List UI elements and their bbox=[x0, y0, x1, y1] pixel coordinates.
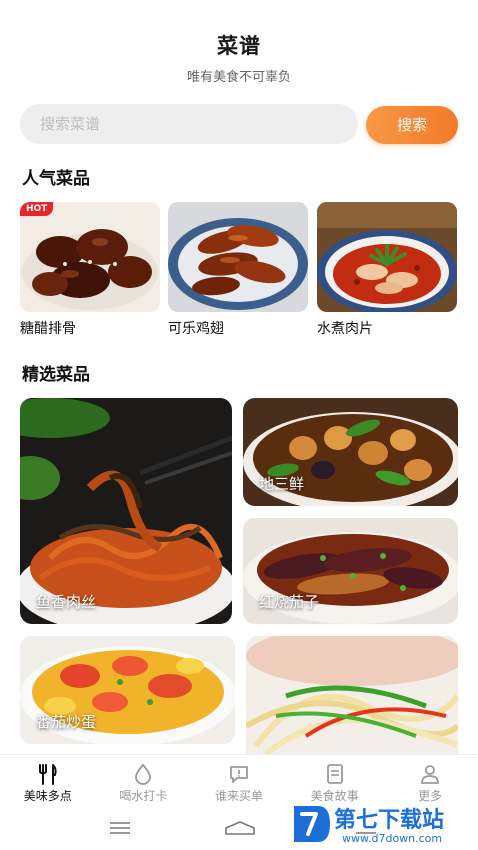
food-image bbox=[168, 202, 308, 312]
popular-section-title: 人气菜品 bbox=[22, 169, 90, 189]
featured-item-potato-shreds[interactable] bbox=[246, 636, 458, 754]
watermark-url: www.d7down.com bbox=[342, 832, 443, 845]
person-icon bbox=[421, 765, 440, 784]
tab-shuilai-maidan[interactable]: 谁来买单 bbox=[191, 755, 287, 806]
popular-item-shuizhu-roupian[interactable]: 水煮肉片 bbox=[317, 202, 457, 338]
tab-meishi-gushi[interactable]: 美食故事 bbox=[287, 755, 383, 806]
water-drop-icon bbox=[135, 763, 152, 785]
search-bar: 搜索 bbox=[20, 104, 458, 144]
popular-item-label: 可乐鸡翅 bbox=[168, 321, 224, 337]
menu-icon[interactable] bbox=[108, 820, 132, 836]
book-icon bbox=[326, 764, 343, 784]
featured-section-title: 精选菜品 bbox=[22, 365, 90, 385]
featured-item-fanqie-chaodan[interactable]: 番茄炒蛋 bbox=[20, 636, 235, 744]
tab-label: 喝水打卡 bbox=[119, 789, 168, 803]
watermark-text: 第七下载站 bbox=[334, 808, 445, 833]
chat-bubble-icon bbox=[230, 766, 248, 783]
search-input[interactable] bbox=[20, 104, 358, 144]
fork-knife-icon bbox=[38, 764, 57, 785]
featured-item-label: 鱼香肉丝 bbox=[36, 593, 97, 611]
featured-item-disanxian[interactable]: 地三鲜 bbox=[243, 398, 458, 506]
featured-item-label: 地三鲜 bbox=[259, 475, 305, 493]
tab-heshui-daka[interactable]: 喝水打卡 bbox=[96, 755, 192, 806]
popular-item-label: 水煮肉片 bbox=[317, 321, 373, 337]
bottom-tab-bar: 美味多点 喝水打卡 谁来买单 美食故事 更多 bbox=[0, 754, 478, 806]
tab-meiwei-duodian[interactable]: 美味多点 bbox=[0, 755, 96, 806]
tab-label: 谁来买单 bbox=[214, 789, 263, 803]
featured-item-label: 红烧茄子 bbox=[259, 593, 320, 611]
featured-item-yuxiang-rousi[interactable]: 鱼香肉丝 bbox=[20, 398, 232, 624]
food-image: HOT bbox=[20, 202, 160, 312]
page-header: 菜谱 唯有美食不可辜负 bbox=[0, 30, 478, 85]
food-image bbox=[317, 202, 457, 312]
page-title: 菜谱 bbox=[217, 34, 261, 58]
hot-badge: HOT bbox=[20, 202, 54, 216]
featured-item-hongshao-qiezi[interactable]: 红烧茄子 bbox=[243, 518, 458, 624]
food-image bbox=[246, 636, 458, 754]
tab-label: 美味多点 bbox=[23, 789, 72, 803]
page-subtitle: 唯有美食不可辜负 bbox=[186, 70, 291, 85]
popular-item-tangcu-paigu[interactable]: HOT 糖醋排骨 bbox=[20, 202, 160, 338]
watermark-logo: 第七下载站 www.d7down.com bbox=[290, 800, 470, 848]
home-icon[interactable] bbox=[224, 820, 256, 836]
search-button[interactable]: 搜索 bbox=[366, 106, 458, 144]
popular-item-label: 糖醋排骨 bbox=[20, 321, 76, 337]
tab-gengduo[interactable]: 更多 bbox=[382, 755, 478, 806]
popular-item-kele-jichi[interactable]: 可乐鸡翅 bbox=[168, 202, 308, 338]
featured-item-label: 番茄炒蛋 bbox=[36, 713, 97, 731]
